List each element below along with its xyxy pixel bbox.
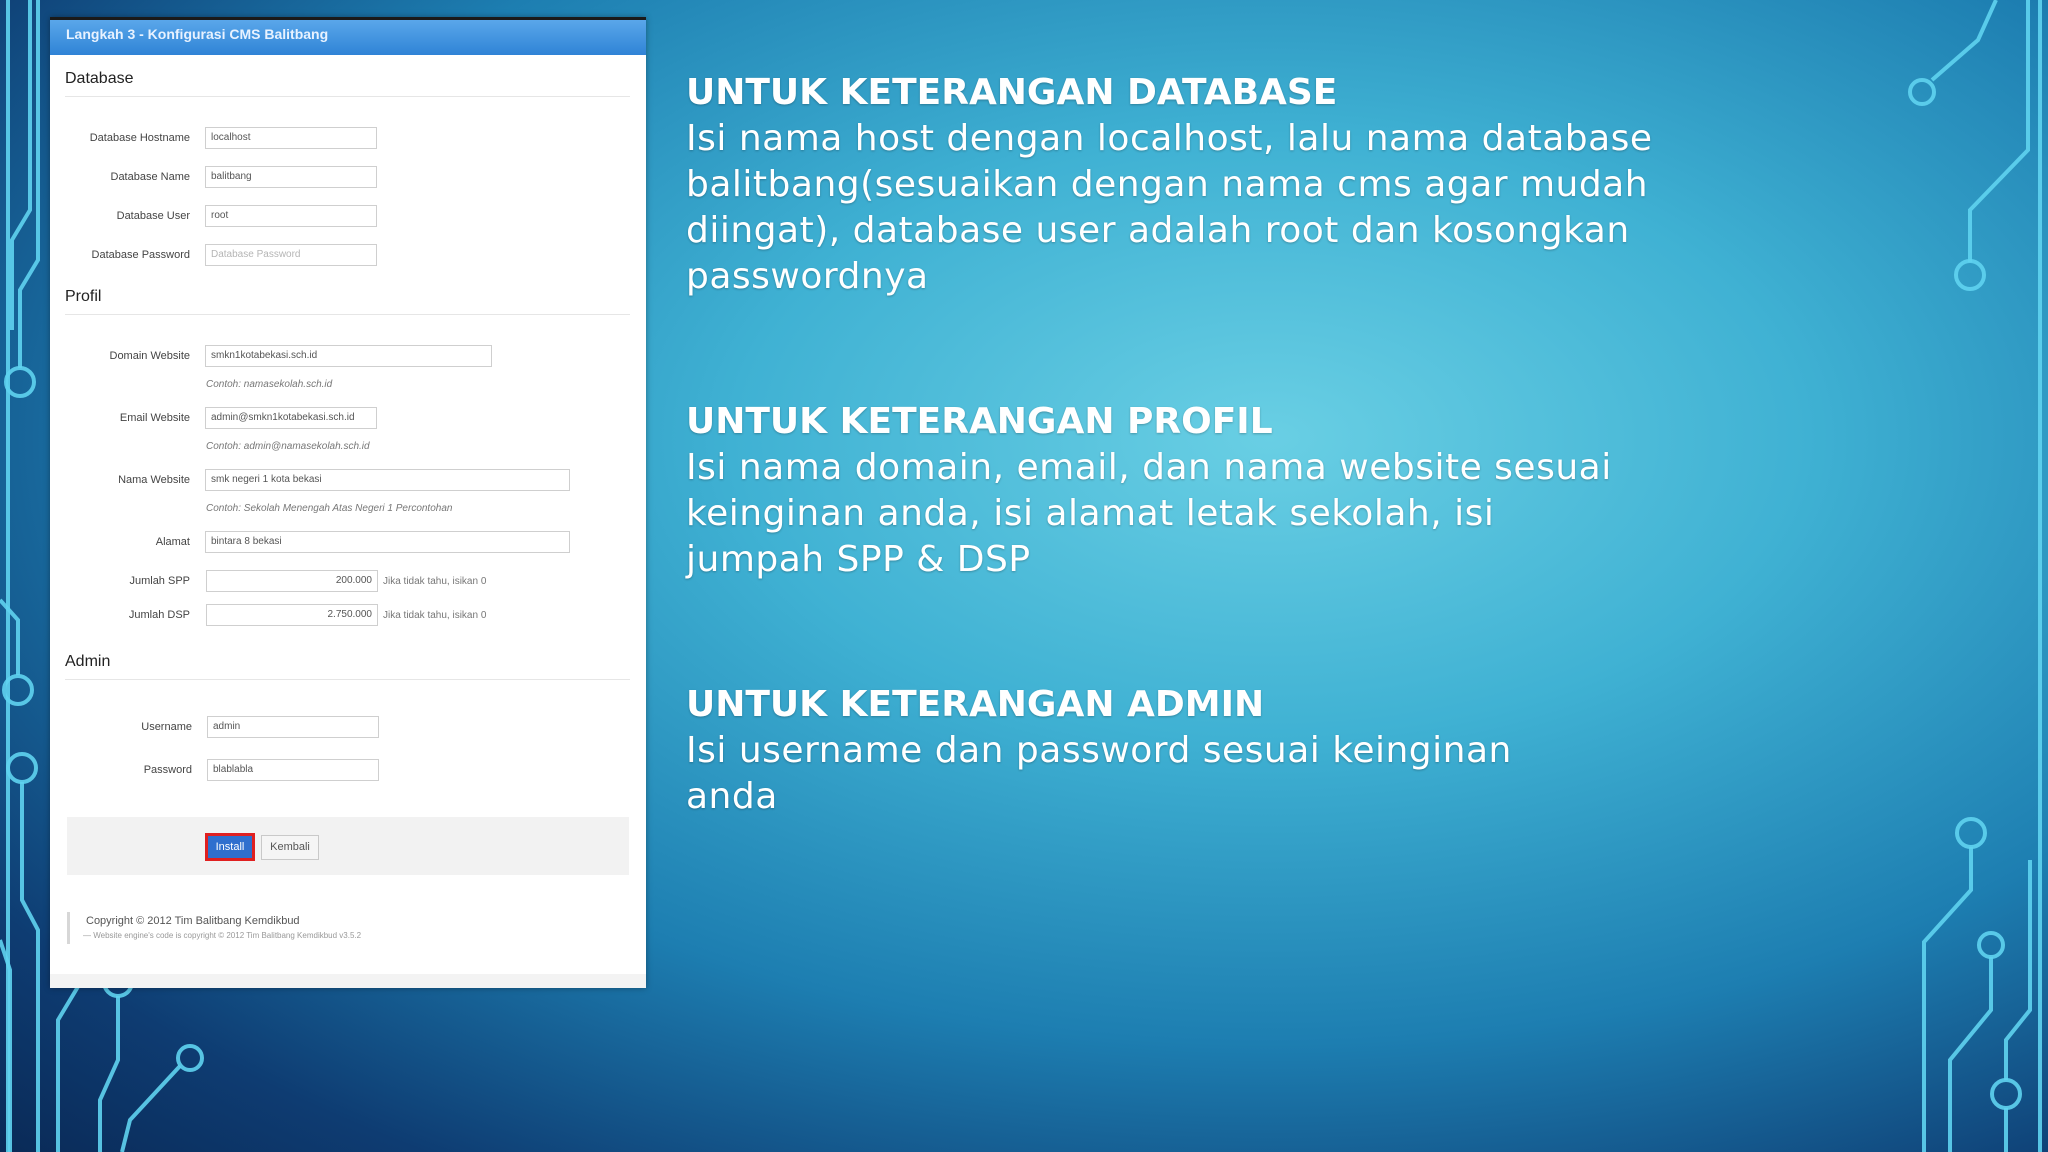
domain-website-label: Domain Website	[109, 350, 191, 362]
nama-website-input[interactable]: smk negeri 1 kota bekasi	[205, 469, 570, 491]
database-explanation-line: Isi nama host dengan localhost, lalu nam…	[686, 118, 1653, 159]
install-button[interactable]: Install	[205, 833, 255, 861]
profil-explanation-title: UNTUK KETERANGAN PROFIL	[686, 401, 1273, 442]
jumlah-dsp-input[interactable]: 2.750.000	[206, 604, 378, 626]
alamat-label: Alamat	[155, 536, 190, 548]
section-title-admin: Admin	[65, 653, 111, 670]
section-divider	[65, 679, 630, 680]
admin-explanation: UNTUK KETERANGAN ADMIN Isi username dan …	[686, 682, 1686, 820]
profil-explanation-line: Isi nama domain, email, dan nama website…	[686, 447, 1612, 488]
database-explanation-line: diingat), database user adalah root dan …	[686, 210, 1630, 251]
admin-password-label: Password	[143, 764, 192, 776]
jumlah-spp-input[interactable]: 200.000	[206, 570, 378, 592]
email-website-label: Email Website	[119, 412, 190, 424]
footer-engine-note: — Website engine's code is copyright © 2…	[83, 931, 362, 940]
database-password-input[interactable]: Database Password	[205, 244, 377, 266]
jumlah-dsp-hint: Jika tidak tahu, isikan 0	[383, 610, 487, 621]
domain-website-input[interactable]: smkn1kotabekasi.sch.id	[205, 345, 492, 367]
nama-website-label: Nama Website	[118, 474, 190, 486]
database-user-input[interactable]: root	[205, 205, 377, 227]
database-password-label: Database Password	[91, 249, 190, 261]
email-website-hint: Contoh: admin@namasekolah.sch.id	[206, 441, 370, 452]
footer-copyright: Copyright © 2012 Tim Balitbang Kemdikbud	[86, 915, 300, 927]
database-name-label: Database Name	[110, 171, 191, 183]
database-hostname-label: Database Hostname	[89, 132, 190, 144]
database-user-label: Database User	[116, 210, 190, 222]
section-divider	[65, 96, 630, 97]
email-website-input[interactable]: admin@smkn1kotabekasi.sch.id	[205, 407, 377, 429]
kembali-button[interactable]: Kembali	[261, 835, 319, 860]
username-input[interactable]: admin	[207, 716, 379, 738]
admin-password-input[interactable]: blablabla	[207, 759, 379, 781]
database-explanation-title: UNTUK KETERANGAN DATABASE	[686, 72, 1338, 113]
admin-explanation-line: Isi username dan password sesuai keingin…	[686, 730, 1512, 771]
database-explanation-line: passwordnya	[686, 256, 929, 297]
cms-config-screenshot: Langkah 3 - Konfigurasi CMS Balitbang Da…	[50, 17, 646, 988]
admin-explanation-line: anda	[686, 776, 778, 817]
panel-header-title: Langkah 3 - Konfigurasi CMS Balitbang	[66, 26, 329, 42]
section-divider	[65, 314, 630, 315]
panel-bottom-strip	[50, 974, 646, 988]
footer-accent-bar	[67, 912, 70, 944]
alamat-input[interactable]: bintara 8 bekasi	[205, 531, 570, 553]
jumlah-dsp-label: Jumlah DSP	[128, 609, 190, 621]
database-name-input[interactable]: balitbang	[205, 166, 377, 188]
form-actions-bar	[67, 817, 629, 875]
admin-explanation-title: UNTUK KETERANGAN ADMIN	[686, 684, 1265, 725]
jumlah-spp-label: Jumlah SPP	[129, 575, 190, 587]
section-title-database: Database	[65, 70, 134, 87]
username-label: Username	[141, 721, 192, 733]
profil-explanation-line: jumpah SPP & DSP	[686, 539, 1031, 580]
domain-website-hint: Contoh: namasekolah.sch.id	[206, 379, 333, 390]
panel-header: Langkah 3 - Konfigurasi CMS Balitbang	[50, 17, 646, 55]
jumlah-spp-hint: Jika tidak tahu, isikan 0	[383, 576, 487, 587]
database-explanation: UNTUK KETERANGAN DATABASE Isi nama host …	[686, 70, 1686, 300]
nama-website-hint: Contoh: Sekolah Menengah Atas Negeri 1 P…	[206, 503, 453, 514]
database-explanation-line: balitbang(sesuaikan dengan nama cms agar…	[686, 164, 1649, 205]
section-title-profil: Profil	[65, 288, 102, 305]
profil-explanation-line: keinginan anda, isi alamat letak sekolah…	[686, 493, 1495, 534]
profil-explanation: UNTUK KETERANGAN PROFIL Isi nama domain,…	[686, 399, 1686, 583]
database-hostname-input[interactable]: localhost	[205, 127, 377, 149]
